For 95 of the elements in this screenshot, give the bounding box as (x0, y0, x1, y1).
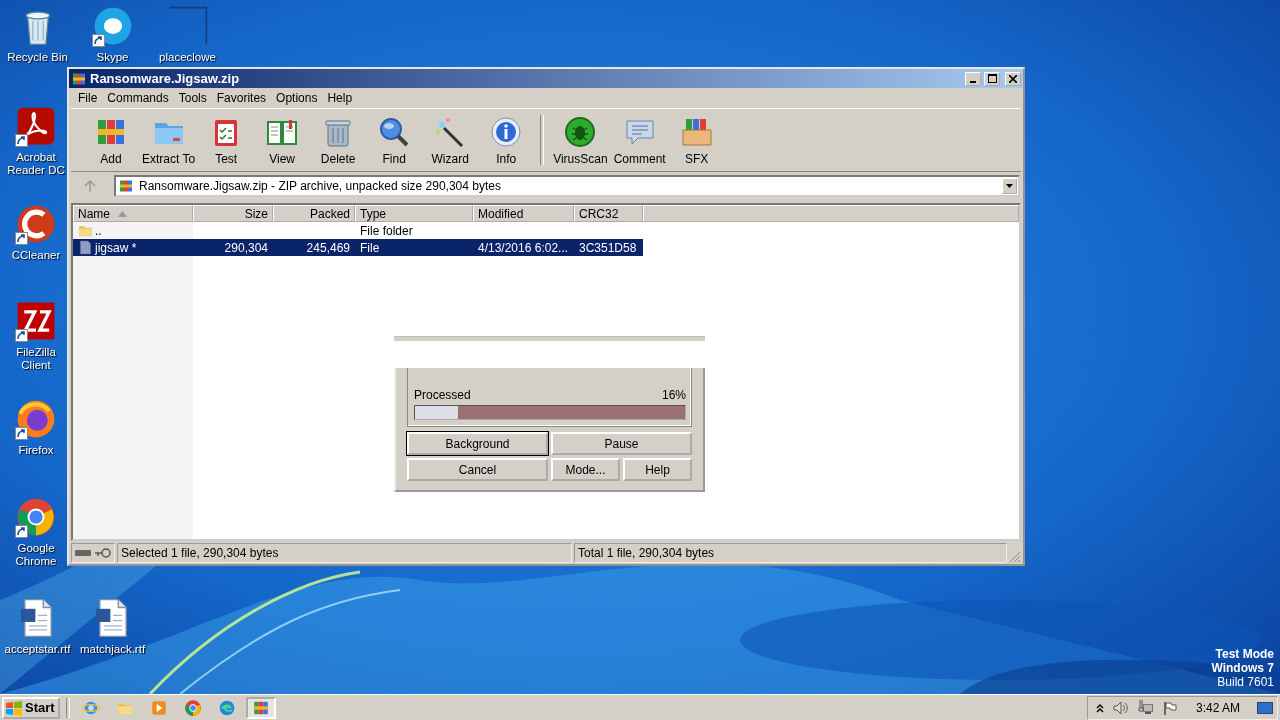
icon-label[interactable]: FileZilla Client (4, 346, 68, 372)
status-text: Total 1 file, 290,304 bytes (578, 546, 715, 560)
progress-label: Processed (414, 388, 471, 402)
folder-icon (78, 223, 93, 238)
table-cell: 4/13/2016 6:02... (478, 240, 569, 255)
notice-text: Build 7601 (1217, 675, 1274, 689)
window-title: Ransomware.Jigsaw.zip (90, 71, 241, 86)
close-icon (1009, 74, 1017, 83)
toolbar-button[interactable]: Delete (311, 114, 366, 166)
icon-label[interactable]: matchjack.rtf (79, 643, 146, 656)
icon-label[interactable]: Firefox (18, 444, 54, 457)
up-arrow-icon (84, 180, 96, 192)
close-button[interactable] (1005, 71, 1021, 86)
menu-item[interactable]: Help (322, 91, 358, 105)
table-cell: 290,304 (224, 240, 268, 255)
network-icon[interactable] (1137, 700, 1154, 715)
toolbar-button[interactable]: Test (199, 114, 254, 166)
toolbar-button[interactable]: Wizard (423, 114, 478, 166)
column-header[interactable]: Name (73, 205, 193, 222)
minimize-button[interactable] (965, 71, 981, 86)
dropdown-button[interactable] (1002, 178, 1017, 194)
dialog-button[interactable]: Mode... (551, 458, 620, 481)
notice-text: Test Mode (1215, 647, 1274, 661)
column-header[interactable]: Type (355, 205, 473, 222)
toolbar-button[interactable]: Find (367, 114, 422, 166)
maximize-button[interactable] (984, 71, 1000, 86)
column-header[interactable]: CRC32 (574, 205, 643, 222)
dialog-button[interactable]: Cancel (407, 458, 548, 481)
info-icon (490, 116, 523, 148)
icon-label[interactable]: Recycle Bin (7, 51, 68, 64)
windows-flag-icon (5, 699, 23, 716)
menu-item[interactable]: File (73, 91, 103, 105)
play-icon (149, 698, 168, 717)
icon-label[interactable]: CCleaner (11, 249, 61, 262)
shortcut-arrow-icon (15, 427, 28, 440)
status-text: Selected 1 file, 290,304 bytes (121, 546, 279, 560)
icon-label[interactable]: acceptstar.rtf (4, 643, 71, 656)
column-header[interactable]: Packed (273, 205, 355, 222)
books-icon (118, 178, 134, 194)
toolbar-button[interactable]: View (255, 114, 310, 166)
shortcut-arrow-icon (91, 34, 105, 47)
sort-arrow-icon (118, 210, 127, 217)
table-cell: jigsaw * (95, 240, 137, 255)
icon-label[interactable]: Skype (96, 51, 129, 64)
table-cell: .. (95, 223, 102, 238)
table-cell: 3C351D58 (579, 240, 637, 255)
show-hidden-icon[interactable] (1095, 702, 1104, 713)
flag-icon[interactable] (1162, 700, 1177, 715)
clock[interactable]: 3:42 AM (1195, 700, 1240, 715)
start-button[interactable]: Start (2, 696, 60, 719)
toolbar-button[interactable]: SFX (669, 114, 724, 166)
shortcut-arrow-icon (15, 525, 28, 538)
notice-text: Windows 7 (1211, 661, 1274, 675)
caret-icon (1006, 184, 1013, 188)
search-icon (378, 116, 411, 148)
column-header[interactable]: Modified (473, 205, 574, 222)
speaker-icon[interactable] (1112, 700, 1129, 715)
show-desktop-icon[interactable] (1257, 701, 1273, 714)
dialog-button[interactable]: Pause (551, 432, 692, 455)
toolbar-button[interactable]: Add (84, 114, 138, 166)
progress-percent: 16% (661, 388, 686, 402)
shortcut-arrow-icon (15, 329, 28, 342)
menu-item[interactable]: Options (271, 91, 323, 105)
bug-icon (564, 116, 597, 148)
address-field[interactable]: Ransomware.Jigsaw.zip - ZIP archive, unpacked size 290,304 bytes (114, 175, 1020, 197)
taskbar-button[interactable] (245, 696, 276, 719)
file-row[interactable]: jigsaw * 290,304 245,469 File 4/13/2016 6:02... 3C351D58 (73, 239, 643, 256)
icon-label[interactable]: placeclowe (159, 51, 216, 64)
maximize-icon (987, 74, 997, 83)
toolbar-button[interactable]: Extract To (140, 114, 198, 166)
toolbar-button[interactable]: VirusScan (551, 114, 610, 166)
toolbar-button[interactable]: Comment (611, 114, 668, 166)
box-icon (680, 116, 713, 148)
dialog-button[interactable]: Help (623, 458, 692, 481)
menu-item[interactable]: Tools (173, 91, 212, 105)
resize-grip-icon (1009, 551, 1021, 563)
dialog-button[interactable]: Background (407, 432, 548, 455)
table-cell: 245,469 (306, 240, 350, 255)
file-row[interactable]: .. File folder (73, 222, 643, 239)
minimize-icon (970, 80, 976, 83)
drive-icon (75, 549, 91, 557)
icon-label[interactable]: Acrobat Reader DC (4, 151, 68, 177)
column-header[interactable]: Size (193, 205, 273, 222)
table-cell: File (360, 240, 380, 255)
swirl-icon (217, 698, 236, 717)
toolbar-button[interactable]: Info (479, 114, 534, 166)
icon-label[interactable]: Google Chrome (4, 542, 68, 568)
file-icon (78, 240, 93, 255)
menu-item[interactable]: Commands (102, 91, 174, 105)
menu-item[interactable]: Favorites (211, 91, 272, 105)
shortcut-arrow-icon (15, 232, 28, 245)
table-cell: File folder (360, 223, 413, 238)
key-icon (95, 548, 111, 558)
round-logo-icon (183, 698, 202, 717)
shortcut-arrow-icon (15, 134, 28, 147)
